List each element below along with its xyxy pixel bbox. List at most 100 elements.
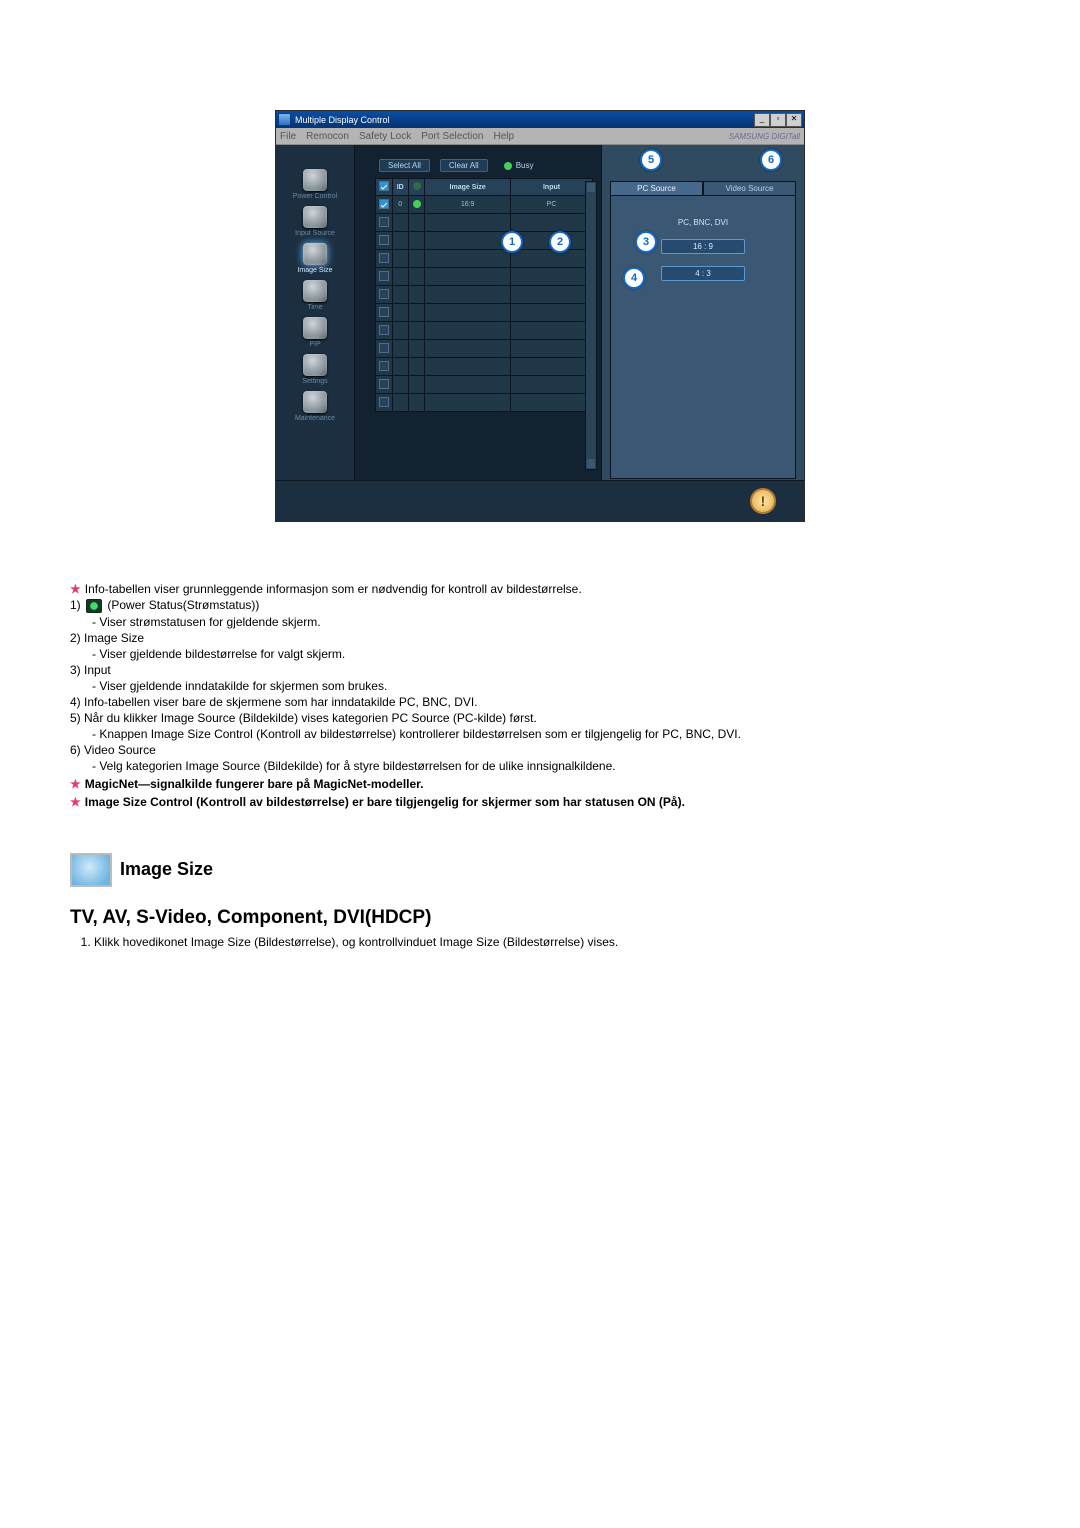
doc-item-1: 1) (Power Status(Strømstatus)) — [84, 598, 1010, 613]
main-panel: Select All Clear All Busy ID Image Size … — [355, 145, 804, 480]
sidebar-item-time[interactable]: Time — [303, 280, 327, 311]
window-buttons: _ ▫ ✕ — [754, 113, 802, 127]
sidebar-item-label: Maintenance — [295, 415, 335, 422]
item-head: Når du klikker Image Source (Bildekilde)… — [84, 711, 537, 725]
power-status-icon — [86, 599, 102, 613]
doc-note-2: ★ Image Size Control (Kontroll av bildest… — [70, 795, 1010, 809]
row-checkbox-icon[interactable] — [379, 397, 389, 407]
step-1: Klikk hovedikonet Image Size (Bildestørr… — [94, 935, 1010, 949]
tab-video-source[interactable]: Video Source — [703, 181, 796, 196]
table-row[interactable]: 0 16:9 PC — [376, 196, 593, 214]
star-icon: ★ — [70, 795, 81, 809]
row-checkbox-icon[interactable] — [379, 361, 389, 371]
table-row[interactable] — [376, 376, 593, 394]
titlebar-left: Multiple Display Control — [278, 113, 390, 126]
row-checkbox-icon[interactable] — [379, 289, 389, 299]
maximize-button[interactable]: ▫ — [770, 113, 786, 127]
item-head: Info-tabellen viser bare de skjermene so… — [84, 695, 478, 709]
doc-item-6-sub: Velg kategorien Image Source (Bildekilde… — [102, 759, 1010, 773]
star-icon: ★ — [70, 777, 81, 791]
close-button[interactable]: ✕ — [786, 113, 802, 127]
row-checkbox-icon[interactable] — [379, 271, 389, 281]
item-head: (Power Status(Strømstatus)) — [104, 598, 259, 612]
image-size-icon — [303, 243, 327, 265]
row-checkbox-icon[interactable] — [379, 379, 389, 389]
row-checkbox-icon[interactable] — [379, 343, 389, 353]
cell-id: 0 — [392, 196, 408, 214]
table-row[interactable] — [376, 268, 593, 286]
table-row[interactable] — [376, 340, 593, 358]
sidebar-item-maintenance[interactable]: Maintenance — [295, 391, 335, 422]
item-head: Video Source — [84, 743, 156, 757]
callout-5: 5 — [640, 149, 662, 171]
section-image-size-icon — [70, 853, 112, 887]
callout-3: 3 — [635, 231, 657, 253]
sidebar-item-input[interactable]: Input Source — [295, 206, 335, 237]
sidebar-item-image-size[interactable]: Image Size — [297, 243, 332, 274]
brand-label: SAMSUNG DIGITall — [729, 132, 800, 141]
sidebar-item-label: Time — [307, 304, 322, 311]
item-number: 5) — [70, 711, 81, 725]
right-panel: 5 6 PC Source Video Source PC, BNC, DVI … — [601, 145, 804, 480]
cell-size: 16:9 — [425, 196, 511, 214]
grid-panel: Select All Clear All Busy ID Image Size … — [355, 145, 601, 480]
select-all-button[interactable]: Select All — [379, 159, 430, 172]
callout-4: 4 — [623, 267, 645, 289]
row-checkbox-icon[interactable] — [379, 199, 389, 209]
clear-all-button[interactable]: Clear All — [440, 159, 488, 172]
item-number: 6) — [70, 743, 81, 757]
row-checkbox-icon[interactable] — [379, 235, 389, 245]
footer-bar — [276, 480, 804, 521]
cell-input: PC — [511, 196, 593, 214]
scrollbar[interactable] — [585, 181, 597, 470]
table-row[interactable] — [376, 214, 593, 232]
minimize-button[interactable]: _ — [754, 113, 770, 127]
doc-intro: ★Info-tabellen viser grunnleggende infor… — [84, 582, 1010, 596]
gear-icon — [303, 354, 327, 376]
col-image-size: Image Size — [425, 179, 511, 196]
menu-help[interactable]: Help — [493, 131, 514, 142]
note-text: Image Size Control (Kontroll av bildestø… — [85, 795, 685, 809]
table-row[interactable] — [376, 304, 593, 322]
menu-file[interactable]: File — [280, 131, 296, 142]
doc-item-6: 6) Video Source — [84, 743, 1010, 757]
row-checkbox-icon[interactable] — [379, 307, 389, 317]
doc-item-2-sub: Viser gjeldende bildestørrelse for valgt… — [102, 647, 1010, 661]
item-number: 4) — [70, 695, 81, 709]
item-number: 3) — [70, 663, 81, 677]
tab-pc-source[interactable]: PC Source — [610, 181, 703, 196]
col-checkbox[interactable] — [376, 179, 393, 196]
table-header-row: ID Image Size Input — [376, 179, 593, 196]
table-row[interactable] — [376, 322, 593, 340]
col-status — [408, 179, 424, 196]
display-table: ID Image Size Input 0 16:9 PC — [375, 178, 593, 412]
item-head: Input — [84, 663, 111, 677]
ratio-16-9-button[interactable]: 16 : 9 — [661, 239, 745, 254]
row-checkbox-icon[interactable] — [379, 217, 389, 227]
table-row[interactable] — [376, 286, 593, 304]
titlebar: Multiple Display Control _ ▫ ✕ — [276, 111, 804, 128]
menu-port-selection[interactable]: Port Selection — [421, 131, 483, 142]
status-header-icon — [413, 182, 421, 190]
row-checkbox-icon[interactable] — [379, 253, 389, 263]
sidebar-item-settings[interactable]: Settings — [302, 354, 327, 385]
doc-item-5-sub: Knappen Image Size Control (Kontroll av … — [102, 727, 1010, 741]
doc-item-5: 5) Når du klikker Image Source (Bildekil… — [84, 711, 1010, 725]
menu-safety-lock[interactable]: Safety Lock — [359, 131, 411, 142]
table-row[interactable] — [376, 358, 593, 376]
doc-item-2: 2) Image Size — [84, 631, 1010, 645]
app-body: Power Control Input Source Image Size Ti… — [276, 145, 804, 480]
app-icon — [278, 113, 291, 126]
sidebar-item-power[interactable]: Power Control — [293, 169, 337, 200]
doc-item-3: 3) Input — [84, 663, 1010, 677]
source-tabs: PC Source Video Source — [610, 181, 796, 196]
menu-remocon[interactable]: Remocon — [306, 131, 349, 142]
table-row[interactable] — [376, 394, 593, 412]
sidebar-item-pip[interactable]: PIP — [303, 317, 327, 348]
source-list-label: PC, BNC, DVI — [678, 218, 728, 227]
checkbox-header-icon[interactable] — [379, 181, 389, 191]
ratio-4-3-button[interactable]: 4 : 3 — [661, 266, 745, 281]
status-dot-icon — [413, 200, 421, 208]
row-checkbox-icon[interactable] — [379, 325, 389, 335]
sidebar-item-label: Settings — [302, 378, 327, 385]
